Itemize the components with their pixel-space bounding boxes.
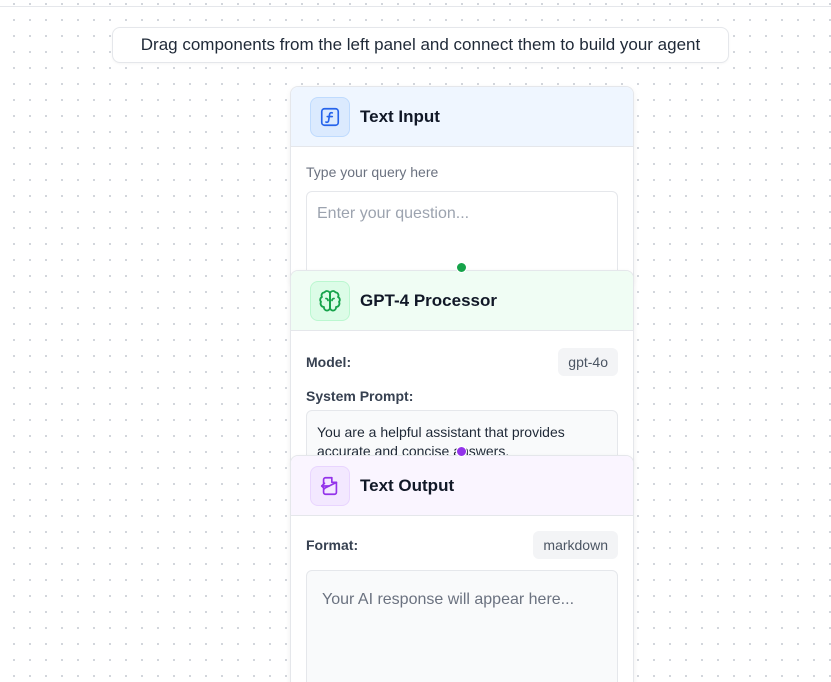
model-label: Model: xyxy=(306,354,352,370)
connection-handle-green[interactable] xyxy=(456,262,467,273)
text-output-node[interactable]: Text Output Format: markdown Your AI res… xyxy=(290,455,634,682)
model-value-chip[interactable]: gpt-4o xyxy=(558,348,618,376)
gpt-processor-node[interactable]: GPT-4 Processor Model: gpt-4o System Pro… xyxy=(290,270,634,470)
connection-handle-purple[interactable] xyxy=(456,446,467,457)
query-field-label: Type your query here xyxy=(306,164,439,180)
workflow-canvas[interactable]: Drag components from the left panel and … xyxy=(0,0,831,682)
function-icon xyxy=(310,96,350,137)
text-output-title: Text Output xyxy=(360,475,455,495)
canvas-hint: Drag components from the left panel and … xyxy=(112,27,729,63)
model-row: Model: gpt-4o xyxy=(306,348,618,376)
text-output-node-header[interactable]: Text Output xyxy=(291,456,633,516)
format-label: Format: xyxy=(306,537,359,553)
brain-icon xyxy=(310,280,350,321)
gpt-node-header[interactable]: GPT-4 Processor xyxy=(291,271,633,331)
format-value-chip[interactable]: markdown xyxy=(533,531,618,559)
text-input-title: Text Input xyxy=(360,106,440,126)
top-divider xyxy=(0,6,831,7)
format-row: Format: markdown xyxy=(306,531,618,559)
gpt-node-title: GPT-4 Processor xyxy=(360,290,498,310)
response-output: Your AI response will appear here... xyxy=(306,570,618,682)
text-input-node-header[interactable]: Text Input xyxy=(291,87,633,147)
system-prompt-label: System Prompt: xyxy=(306,388,414,404)
text-input-node[interactable]: Text Input Type your query here Enter yo… xyxy=(290,86,634,286)
file-export-icon xyxy=(310,465,350,506)
